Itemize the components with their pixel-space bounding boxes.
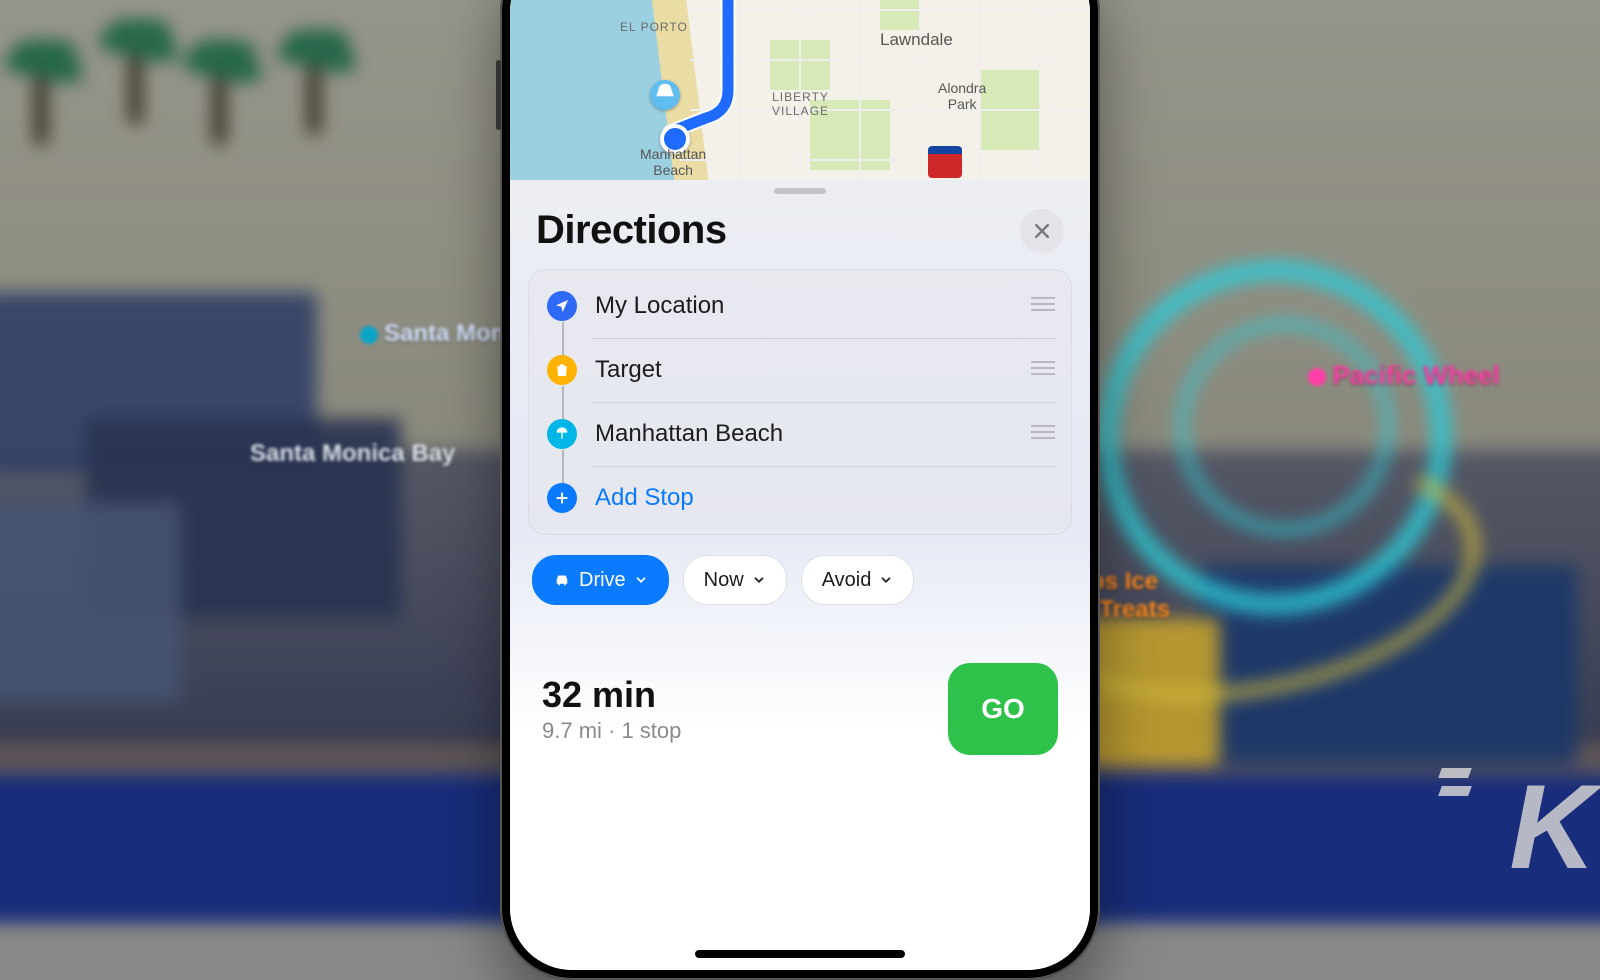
directions-drawer: Directions My Location xyxy=(510,180,1090,970)
drag-handle-icon[interactable] xyxy=(1029,423,1057,446)
shopping-bag-icon xyxy=(547,355,577,385)
interstate-shield-icon xyxy=(928,146,962,178)
add-stop-label: Add Stop xyxy=(595,484,1057,512)
route-duration: 32 min xyxy=(542,674,681,716)
route-subline: 9.7 mi · 1 stop xyxy=(542,718,681,744)
route-options: Drive Now Avoid xyxy=(528,535,1072,605)
map-label-manhattan-beach: Manhattan Beach xyxy=(640,146,706,178)
add-stop-button[interactable]: Add Stop xyxy=(529,466,1071,530)
phone-screen: 1 EL PORTO Manhattan Beach LIBERTY VILLA… xyxy=(510,0,1090,970)
depart-time-label: Now xyxy=(704,569,744,592)
chevron-down-icon xyxy=(752,573,766,587)
home-indicator[interactable] xyxy=(695,950,905,958)
avoid-options-label: Avoid xyxy=(822,569,872,592)
bg-poi-santa-monica-bay: Santa Monica Bay xyxy=(250,440,455,468)
transport-mode-pill[interactable]: Drive xyxy=(532,555,669,605)
depart-time-pill[interactable]: Now xyxy=(683,555,787,605)
drag-handle-icon[interactable] xyxy=(1029,295,1057,318)
go-button[interactable]: GO xyxy=(948,663,1058,755)
location-arrow-icon xyxy=(547,291,577,321)
watermark-logo: K xyxy=(1509,758,1588,896)
bg-poi-pacific-wheel: Pacific Wheel xyxy=(1308,360,1500,391)
stops-card: My Location Target xyxy=(528,269,1072,535)
close-button[interactable] xyxy=(1020,209,1064,253)
stop-row-target[interactable]: Target xyxy=(529,338,1071,402)
beach-umbrella-icon xyxy=(547,419,577,449)
chevron-down-icon xyxy=(634,573,648,587)
map-label-lawndale: Lawndale xyxy=(880,30,953,50)
chevron-down-icon xyxy=(879,573,893,587)
drawer-grabber[interactable] xyxy=(774,188,826,194)
map-label-liberty-village: LIBERTY VILLAGE xyxy=(772,90,829,118)
map-label-alondra-park: Alondra Park xyxy=(938,80,986,112)
plus-icon xyxy=(547,483,577,513)
car-icon xyxy=(553,571,571,589)
stop-label: Target xyxy=(595,356,1029,384)
drawer-title: Directions xyxy=(536,208,727,253)
bg-poi-santa-monica: Santa Moni xyxy=(360,320,512,348)
close-icon xyxy=(1032,221,1052,241)
stop-label: My Location xyxy=(595,292,1029,320)
map-view[interactable]: 1 EL PORTO Manhattan Beach LIBERTY VILLA… xyxy=(510,0,1090,202)
phone-frame: 1 EL PORTO Manhattan Beach LIBERTY VILLA… xyxy=(500,0,1100,980)
stop-row-manhattan-beach[interactable]: Manhattan Beach xyxy=(529,402,1071,466)
map-label-el-porto: EL PORTO xyxy=(620,20,688,34)
stop-label: Manhattan Beach xyxy=(595,420,1029,448)
avoid-options-pill[interactable]: Avoid xyxy=(801,555,915,605)
transport-mode-label: Drive xyxy=(579,569,626,592)
map-pin-destination[interactable] xyxy=(650,80,680,110)
route-summary: 32 min 9.7 mi · 1 stop GO xyxy=(528,605,1072,755)
drag-handle-icon[interactable] xyxy=(1029,359,1057,382)
watermark-accent xyxy=(1440,768,1470,804)
stop-row-my-location[interactable]: My Location xyxy=(529,274,1071,338)
